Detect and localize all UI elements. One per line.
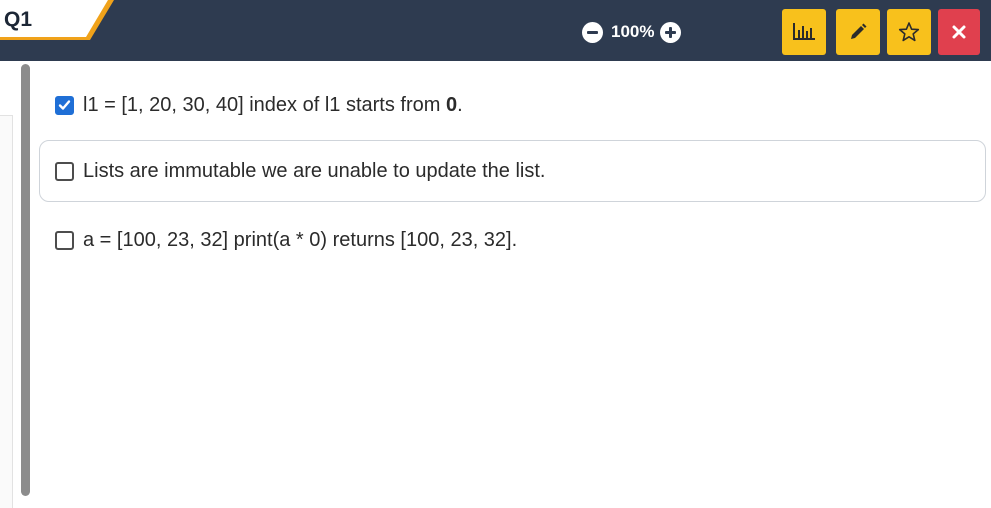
scrollbar-thumb[interactable]	[21, 64, 30, 496]
close-button[interactable]	[938, 9, 980, 55]
close-icon	[952, 25, 966, 39]
answer-option-3[interactable]: a = [100, 23, 32] print(a * 0) returns […	[55, 229, 517, 252]
option-text: l1 = [1, 20, 30, 40] index of l1 starts …	[83, 94, 463, 116]
edit-button[interactable]	[836, 9, 880, 55]
option-text: a = [100, 23, 32] print(a * 0) returns […	[83, 229, 518, 251]
chart-icon	[793, 23, 815, 40]
checkbox-icon[interactable]	[55, 162, 74, 181]
option-text: Lists are immutable we are unable to upd…	[83, 160, 546, 182]
answer-option-2[interactable]: Lists are immutable we are unable to upd…	[55, 160, 545, 183]
scrollbar[interactable]	[19, 62, 33, 508]
side-panel	[0, 66, 13, 508]
checkbox-checked-icon[interactable]	[55, 96, 74, 115]
top-bar: Q1 100%	[0, 0, 991, 61]
zoom-out-icon[interactable]	[582, 21, 603, 43]
star-icon	[898, 22, 920, 42]
favorite-button[interactable]	[887, 9, 931, 55]
zoom-level: 100%	[611, 22, 655, 41]
question-tab[interactable]: Q1	[0, 0, 120, 40]
stats-button[interactable]	[782, 9, 826, 55]
pencil-icon	[851, 23, 867, 39]
zoom-control: 100%	[582, 20, 682, 44]
question-label: Q1	[4, 8, 33, 31]
checkbox-icon[interactable]	[55, 231, 74, 250]
zoom-in-icon[interactable]	[660, 21, 682, 43]
answer-option-1[interactable]: l1 = [1, 20, 30, 40] index of l1 starts …	[55, 94, 463, 117]
